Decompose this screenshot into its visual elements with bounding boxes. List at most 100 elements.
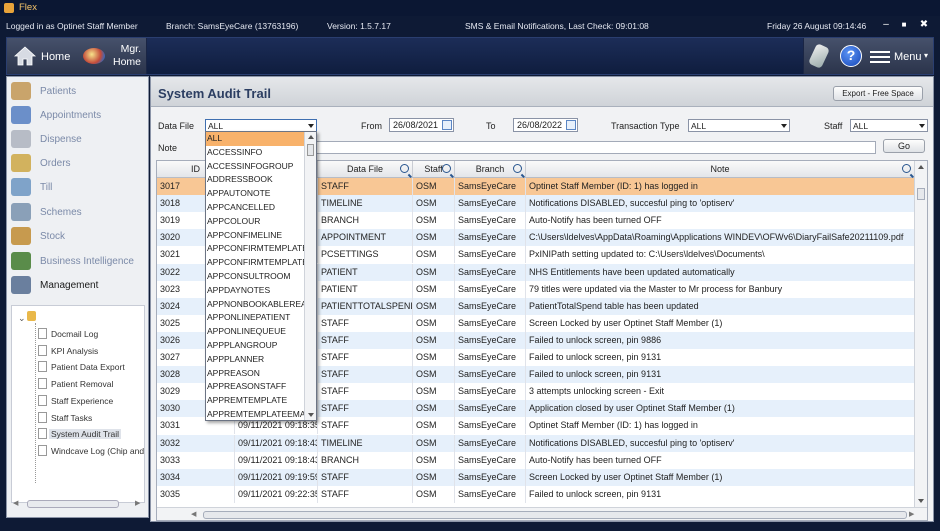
dropdown-option[interactable]: APPCONSULTROOM: [206, 270, 304, 284]
cell-data-file: STAFF: [318, 485, 413, 503]
scroll-thumb[interactable]: [917, 188, 925, 200]
dropdown-option[interactable]: APPONLINEQUEUE: [206, 325, 304, 339]
search-icon[interactable]: [513, 164, 522, 173]
menu-arrow-icon[interactable]: ▾: [924, 51, 928, 60]
sidebar-item-stock[interactable]: Stock: [7, 224, 148, 248]
sidebar-item-patients[interactable]: Patients: [7, 79, 148, 103]
search-icon[interactable]: [442, 164, 451, 173]
calendar-icon[interactable]: [566, 120, 576, 130]
column-header-note[interactable]: Note: [526, 161, 915, 177]
sidebar-item-business-intelligence[interactable]: Business Intelligence: [7, 249, 148, 273]
from-date-input[interactable]: 26/08/2021: [389, 118, 454, 132]
table-vertical-scrollbar[interactable]: [914, 161, 927, 507]
close-icon[interactable]: ✖: [918, 19, 930, 31]
dropdown-option[interactable]: APPONLINEPATIENT: [206, 311, 304, 325]
tree-item[interactable]: KPI Analysis: [38, 344, 144, 358]
dropdown-option[interactable]: APPCOLOUR: [206, 215, 304, 229]
manager-home-icon[interactable]: [83, 48, 105, 64]
dropdown-option[interactable]: APPCONFIMELINE: [206, 229, 304, 243]
scroll-down-icon[interactable]: [918, 499, 924, 503]
home-button[interactable]: Home: [41, 51, 70, 63]
dropdown-option[interactable]: APPDAYNOTES: [206, 284, 304, 298]
hamburger-menu-icon[interactable]: [870, 48, 890, 64]
tree-item[interactable]: System Audit Trail: [38, 427, 144, 441]
scroll-down-icon[interactable]: [308, 413, 314, 417]
sidebar-item-schemes[interactable]: Schemes: [7, 200, 148, 224]
sidebar-item-dispense[interactable]: Dispense: [7, 127, 148, 151]
sidebar-item-till[interactable]: Till: [7, 175, 148, 199]
manager-home-line2: Home: [112, 56, 141, 68]
scroll-right-icon[interactable]: ▶: [135, 499, 140, 507]
table-row[interactable]: 3032 09/11/2021 09:18:43 TIMELINE OSM SamsEy…: [157, 434, 915, 452]
tree-item[interactable]: Docmail Log: [38, 327, 144, 341]
tree-item[interactable]: Patient Removal: [38, 377, 144, 391]
tree-item-label: KPI Analysis: [51, 345, 99, 356]
manager-home-button[interactable]: Mgr. Home: [111, 43, 141, 69]
tree-item-label: Staff Experience: [51, 395, 114, 406]
dropdown-option[interactable]: APPPLANNER: [206, 353, 304, 367]
dropdown-option[interactable]: APPCONFIRMTEMPLATE: [206, 242, 308, 256]
tree-item[interactable]: Staff Experience: [38, 394, 144, 408]
scroll-up-icon[interactable]: [918, 165, 924, 169]
staff-select[interactable]: ALL: [850, 119, 928, 132]
dropdown-option[interactable]: ALL: [206, 132, 304, 146]
go-button[interactable]: Go: [883, 139, 925, 153]
sidebar-item-appointments[interactable]: Appointments: [7, 103, 148, 127]
calendar-icon[interactable]: [442, 120, 452, 130]
to-date-input[interactable]: 26/08/2022: [513, 118, 578, 132]
dropdown-option[interactable]: APPREASONSTAFF: [206, 380, 304, 394]
column-header-data-file[interactable]: Data File: [318, 161, 413, 177]
scroll-left-icon[interactable]: ◀: [191, 510, 196, 518]
cell-data-file: STAFF: [318, 468, 413, 486]
tree-item-label: Patient Data Export: [51, 362, 125, 373]
cell-staff: OSM: [413, 263, 455, 281]
dropdown-option[interactable]: APPPLANGROUP: [206, 339, 304, 353]
tree-horizontal-scrollbar[interactable]: ◀ ▶: [11, 497, 145, 511]
tree-item[interactable]: Staff Tasks: [38, 411, 144, 425]
scroll-right-icon[interactable]: ▶: [909, 510, 914, 518]
dropdown-option[interactable]: APPREMTEMPLATEEMAIL: [206, 408, 313, 420]
status-datetime: Friday 26 August 09:14:46: [767, 21, 867, 31]
sidebar-item-orders[interactable]: Orders: [7, 151, 148, 175]
search-icon[interactable]: [902, 164, 911, 173]
cell-data-file: STAFF: [318, 366, 413, 384]
scroll-left-icon[interactable]: ◀: [13, 499, 18, 507]
tree-item[interactable]: Patient Data Export: [38, 360, 144, 374]
scroll-thumb[interactable]: [203, 511, 907, 519]
minimize-icon[interactable]: –: [880, 19, 892, 31]
scroll-up-icon[interactable]: [308, 135, 314, 139]
dropdown-option[interactable]: ACCESSINFO: [206, 146, 304, 160]
scroll-thumb[interactable]: [307, 144, 314, 156]
dropdown-option[interactable]: ACCESSINFOGROUP: [206, 160, 304, 174]
transaction-type-select[interactable]: ALL: [688, 119, 790, 132]
menu-button[interactable]: Menu: [894, 51, 922, 63]
tree-item[interactable]: Windcave Log (Chip and: [38, 444, 144, 458]
cell-note: PxINIPath setting updated to: C:\Users\l…: [526, 246, 915, 264]
dropdown-option[interactable]: ADDRESSBOOK: [206, 173, 304, 187]
table-row[interactable]: 3034 09/11/2021 09:19:59 STAFF OSM SamsEyeCa…: [157, 468, 915, 486]
dropdown-option[interactable]: APPCANCELLED: [206, 201, 304, 215]
help-icon[interactable]: ?: [840, 45, 862, 67]
column-header-branch[interactable]: Branch: [455, 161, 526, 177]
dropdown-option[interactable]: APPNONBOOKABLEREAS: [206, 298, 312, 312]
column-header-staff[interactable]: Staff: [413, 161, 455, 177]
home-icon[interactable]: [14, 46, 36, 66]
table-row[interactable]: 3035 09/11/2021 09:22:35 STAFF OSM SamsEyeCa…: [157, 485, 915, 503]
note-input[interactable]: [316, 141, 876, 154]
table-row[interactable]: 3033 09/11/2021 09:18:43 BRANCH OSM SamsEyeC…: [157, 451, 915, 469]
dropdown-option[interactable]: APPCONFIRMTEMPLATEE: [206, 256, 314, 270]
dropdown-option[interactable]: APPREASON: [206, 367, 304, 381]
dropdown-option[interactable]: APPREMTEMPLATE: [206, 394, 304, 408]
dropdown-option[interactable]: APPAUTONOTE: [206, 187, 304, 201]
tree-expander-icon[interactable]: ⌄: [18, 313, 26, 324]
transaction-type-value: ALL: [691, 121, 707, 131]
table-horizontal-scrollbar[interactable]: ◀ ▶: [157, 507, 927, 520]
maximize-icon[interactable]: ■: [898, 19, 910, 31]
dropdown-scrollbar[interactable]: [304, 132, 316, 420]
sidebar-item-management[interactable]: Management: [7, 273, 148, 297]
remote-support-icon[interactable]: [808, 43, 830, 69]
export-free-space-button[interactable]: Export - Free Space: [833, 86, 923, 101]
cell-staff: OSM: [413, 349, 455, 366]
scroll-thumb[interactable]: [27, 500, 119, 508]
search-icon[interactable]: [400, 164, 409, 173]
